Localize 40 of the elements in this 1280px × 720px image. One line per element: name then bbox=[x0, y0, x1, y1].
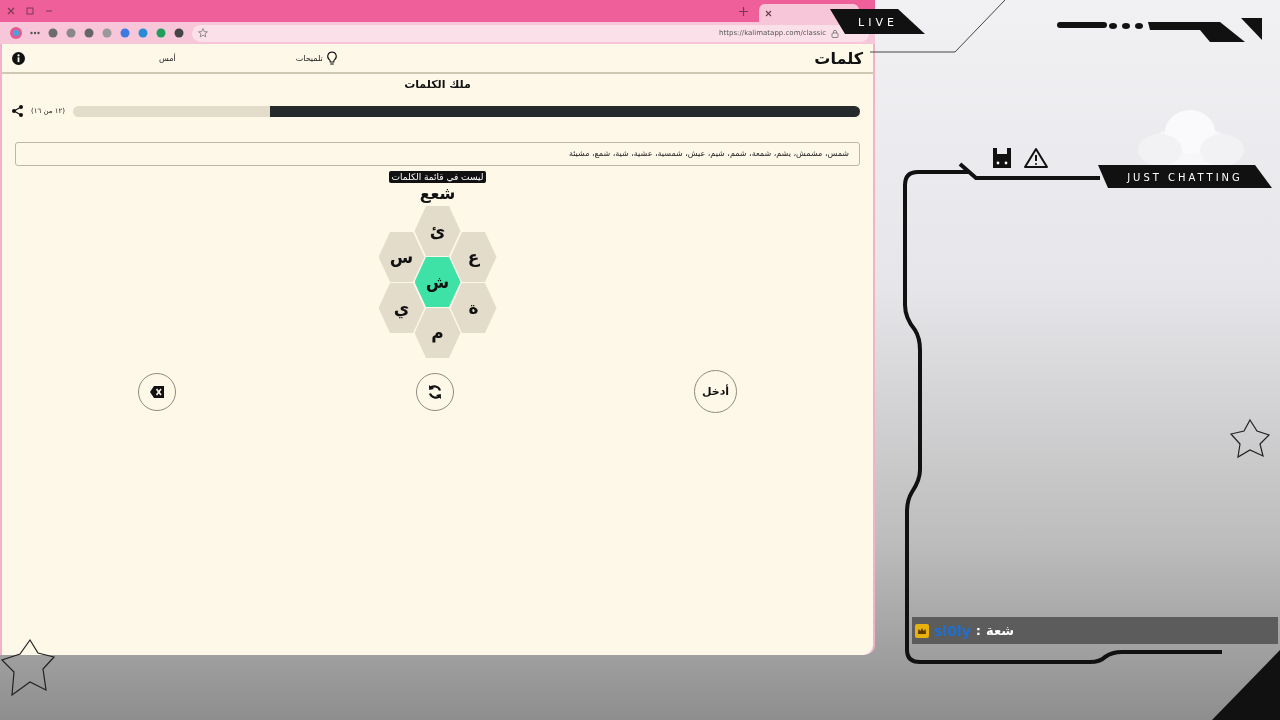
letter-tile[interactable]: ي bbox=[378, 283, 425, 333]
letter-tile[interactable]: ع bbox=[450, 232, 497, 282]
current-word: شعع bbox=[418, 184, 457, 204]
hints-link[interactable]: تلميحات bbox=[295, 51, 338, 65]
subtitle: ملك الكلمات bbox=[403, 78, 472, 91]
delete-button[interactable] bbox=[138, 372, 176, 411]
category-label: JUST CHATTING bbox=[1127, 172, 1243, 183]
star-outline bbox=[0, 638, 56, 697]
warning-icon bbox=[1024, 148, 1048, 168]
close-icon[interactable] bbox=[765, 9, 772, 17]
crown-badge-icon bbox=[915, 623, 929, 638]
letter-tile[interactable]: م bbox=[414, 308, 461, 358]
more-icon[interactable] bbox=[30, 31, 40, 35]
info-icon[interactable] bbox=[12, 51, 25, 65]
enter-button[interactable]: أدخل bbox=[694, 370, 737, 413]
minimize-icon[interactable] bbox=[45, 7, 53, 15]
letter-tile[interactable]: س bbox=[378, 232, 425, 282]
backspace-icon bbox=[149, 383, 165, 400]
letter-tile[interactable]: ة bbox=[450, 283, 497, 333]
chat-username: sl0ly bbox=[934, 622, 971, 639]
yesterday-link[interactable]: أمس bbox=[159, 53, 176, 63]
chat-separator: : bbox=[975, 623, 981, 638]
letter-tile[interactable]: ئ bbox=[414, 206, 461, 256]
found-words-list: شمس، مشمش، يشم، شمعة، شمم، شيم، عيش، شمسية، عشية، شية، شمع، مشيئة bbox=[15, 142, 860, 166]
lock-icon bbox=[831, 28, 839, 38]
new-tab-icon[interactable] bbox=[739, 6, 748, 16]
lightbulb-icon bbox=[325, 51, 338, 65]
shuffle-icon bbox=[427, 383, 443, 400]
tooltip: ليست في قائمة الكلمات bbox=[388, 171, 487, 183]
shuffle-button[interactable] bbox=[416, 372, 454, 411]
star-icon[interactable] bbox=[198, 28, 208, 38]
bunny-icon bbox=[993, 148, 1011, 168]
restore-icon[interactable] bbox=[26, 7, 34, 15]
app-title: كلمات bbox=[814, 48, 863, 68]
corner-decoration bbox=[1212, 650, 1280, 720]
profile-icon[interactable] bbox=[10, 27, 22, 39]
share-icon[interactable] bbox=[12, 105, 23, 117]
chat-message: شعة bbox=[986, 623, 1015, 638]
close-icon[interactable] bbox=[7, 7, 15, 15]
star-outline bbox=[1229, 418, 1271, 459]
